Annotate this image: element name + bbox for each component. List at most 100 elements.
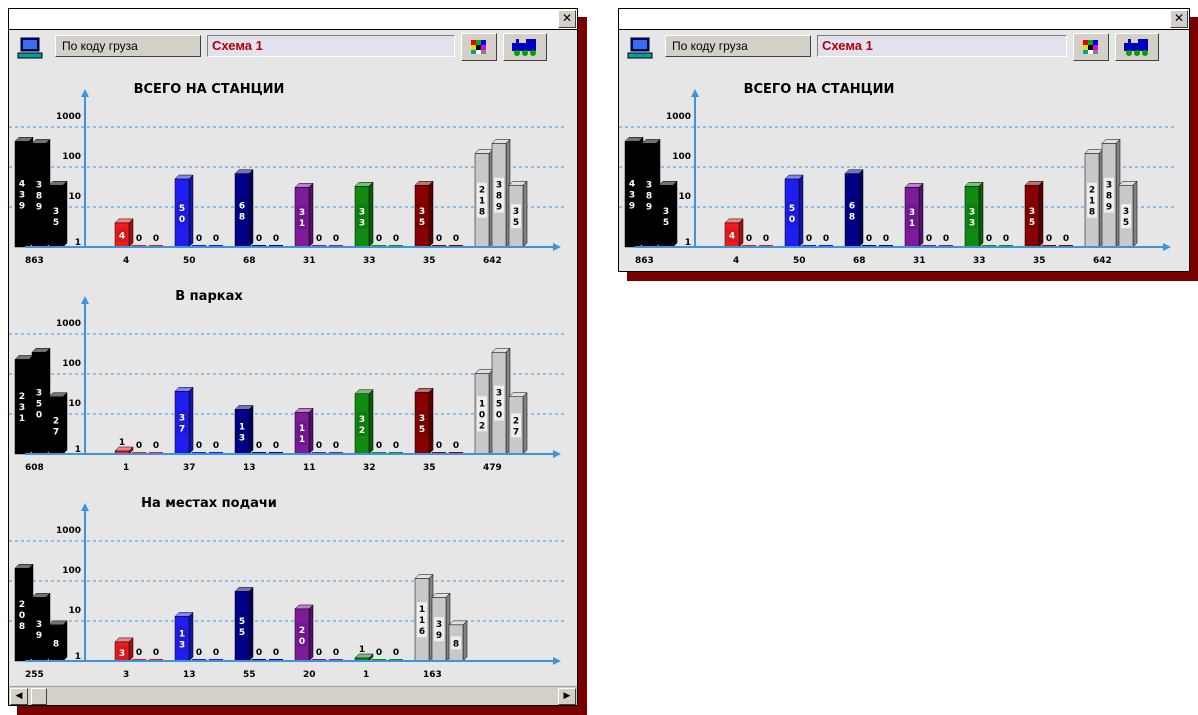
bar-side xyxy=(62,620,68,662)
bar-value-label: 0 xyxy=(763,234,769,244)
group-total-label: 31 xyxy=(303,256,316,266)
group-total-label: 1 xyxy=(123,463,129,473)
bar-side xyxy=(128,637,134,662)
bar-value-label: 0 xyxy=(393,441,399,451)
bar-value-label: 35 xyxy=(1029,207,1035,228)
bar-value-label: 350 xyxy=(36,389,42,421)
bar-value-label: 31 xyxy=(299,208,305,229)
bar-value-label: 68 xyxy=(849,201,855,222)
bar-value-label: 389 xyxy=(1106,181,1112,213)
scroll-right-button[interactable]: ▶ xyxy=(558,688,576,705)
horizontal-scrollbar[interactable]: ◀ ▶ xyxy=(9,686,577,705)
title-bar: ✕ xyxy=(619,9,1189,30)
bar-value-label: 116 xyxy=(419,605,425,637)
bar-value-label: 102 xyxy=(479,399,485,431)
bar-value-label: 0 xyxy=(213,234,219,244)
group-total-label: 4 xyxy=(733,256,739,266)
bar-side xyxy=(522,392,528,455)
scheme-field[interactable]: Схема 1 xyxy=(817,35,1067,57)
x-axis-arrow xyxy=(553,657,561,665)
bar-value-label: 0 xyxy=(153,441,159,451)
bar-value-label: 0 xyxy=(883,234,889,244)
bar-side xyxy=(798,174,804,248)
bar-value-label: 231 xyxy=(19,392,25,424)
bar-value-label: 0 xyxy=(926,234,932,244)
bar-side xyxy=(1132,180,1138,248)
x-axis-arrow xyxy=(553,243,561,251)
right-window: ✕ По коду груза Схема 1 ВСЕГО НА СТАНЦИИ… xyxy=(618,8,1190,272)
chart-title: В парках xyxy=(175,289,243,304)
bar-side xyxy=(248,169,254,248)
x-axis-arrow xyxy=(1163,243,1171,251)
bar-side xyxy=(128,218,134,248)
y-tick-label: 1000 xyxy=(56,526,81,536)
bar-side xyxy=(308,182,314,248)
bar-side xyxy=(462,620,468,662)
bar-side xyxy=(918,182,924,248)
close-button[interactable]: ✕ xyxy=(558,10,576,28)
bar-value-label: 0 xyxy=(393,648,399,658)
bar-value-label: 389 xyxy=(646,181,652,213)
y-tick-label: 10 xyxy=(68,399,81,409)
cargo-code-button[interactable]: По коду груза xyxy=(665,35,811,57)
close-button[interactable]: ✕ xyxy=(1170,10,1188,28)
bar-value-label: 3 xyxy=(119,649,125,659)
bar-value-label: 218 xyxy=(1089,186,1095,218)
bar-value-label: 1 xyxy=(359,645,365,655)
bar-value-label: 0 xyxy=(376,648,382,658)
y-tick-label: 10 xyxy=(68,192,81,202)
bar-side xyxy=(62,180,68,248)
bar-value-label: 35 xyxy=(1123,207,1129,228)
group-total-label: 642 xyxy=(483,256,502,266)
group-total-label: 50 xyxy=(793,256,806,266)
bar-side xyxy=(672,180,678,248)
group-total-label: 11 xyxy=(303,463,316,473)
bar-side xyxy=(368,389,374,455)
bar-side xyxy=(978,181,984,248)
bar-value-label: 439 xyxy=(629,180,635,212)
bar-value-label: 33 xyxy=(969,208,975,229)
bar-side xyxy=(248,586,254,662)
bar-value-label: 0 xyxy=(866,234,872,244)
bar-value-label: 0 xyxy=(376,441,382,451)
scheme-field[interactable]: Схема 1 xyxy=(207,35,455,57)
bar-value-label: 0 xyxy=(333,648,339,658)
color-palette-icon xyxy=(471,40,486,54)
group-total-label: 55 xyxy=(243,670,256,680)
group-total-label: 642 xyxy=(1093,256,1112,266)
scroll-left-button[interactable]: ◀ xyxy=(10,688,28,705)
bar-value-label: 8 xyxy=(53,639,59,649)
bar-value-label: 0 xyxy=(453,441,459,451)
cargo-code-button[interactable]: По коду груза xyxy=(55,35,201,57)
bar-side xyxy=(368,181,374,248)
bar-side xyxy=(188,386,194,455)
bar-side xyxy=(428,180,434,248)
bar-value-label: 0 xyxy=(376,234,382,244)
bar-value-label: 0 xyxy=(333,441,339,451)
palette-button[interactable] xyxy=(1073,33,1109,61)
group-total-label: 13 xyxy=(183,670,196,680)
bar-value-label: 1 xyxy=(119,438,125,448)
palette-button[interactable] xyxy=(461,33,497,61)
computer-icon[interactable] xyxy=(627,36,655,60)
bar-value-label: 0 xyxy=(153,234,159,244)
bar-value-label: 4 xyxy=(729,231,735,241)
bar-value-label: 4 xyxy=(119,231,125,241)
bar-value-label: 218 xyxy=(479,186,485,218)
computer-icon[interactable] xyxy=(17,36,45,60)
y-tick-label: 100 xyxy=(62,359,81,369)
bar-value-label: 11 xyxy=(299,424,305,445)
locomotive-button[interactable] xyxy=(503,33,547,61)
bar-value-label: 55 xyxy=(239,617,245,638)
bar-value-label: 0 xyxy=(986,234,992,244)
bar-value-label: 0 xyxy=(823,234,829,244)
y-tick-label: 100 xyxy=(62,152,81,162)
locomotive-button[interactable] xyxy=(1115,33,1159,61)
bar-value-label: 0 xyxy=(136,648,142,658)
locomotive-icon xyxy=(512,39,536,56)
bar-value-label: 31 xyxy=(909,208,915,229)
bar-value-label: 27 xyxy=(513,416,519,437)
scroll-thumb[interactable] xyxy=(31,688,47,705)
locomotive-icon xyxy=(1124,39,1148,56)
y-axis-arrow xyxy=(81,503,89,511)
